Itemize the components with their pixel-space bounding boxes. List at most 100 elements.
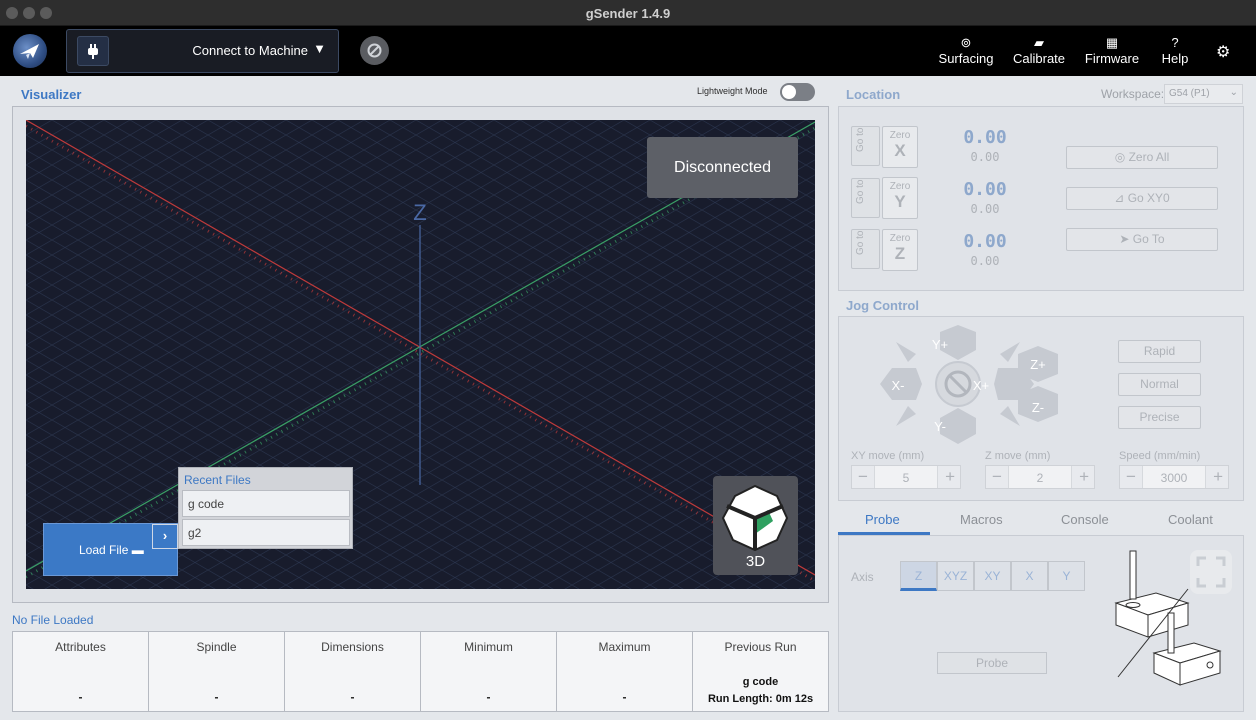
recent-file-item[interactable]: g2 — [182, 519, 350, 546]
probe-axis-xyz[interactable]: XYZ — [937, 561, 974, 591]
zero-y-button[interactable]: Zero Y — [882, 177, 918, 219]
axis-letter: Y — [894, 192, 906, 211]
jog-y-minus-label: Y- — [934, 419, 946, 434]
speed-stepper: − 3000 + — [1119, 465, 1229, 489]
increment-button[interactable]: + — [945, 467, 955, 487]
goto-label: Go to — [855, 179, 866, 204]
recent-file-item[interactable]: g code — [182, 490, 350, 517]
connection-status: Disconnected — [647, 137, 798, 198]
top-navbar: Connect to Machine ▼ ⊚ Surfacing ▰ Calib… — [0, 26, 1256, 76]
chevron-down-icon: ⌄ — [1229, 87, 1238, 98]
help-label: Help — [1161, 51, 1189, 66]
y-machine-position: 0.00 — [970, 202, 1000, 216]
surfacing-label: Surfacing — [938, 51, 994, 66]
x-work-position[interactable]: 0.00 — [950, 127, 1020, 148]
app-window: gSender 1.4.9 Connect to Machine ▼ ⊚ Sur… — [0, 0, 1256, 720]
decrement-button[interactable]: − — [858, 467, 868, 487]
tab-coolant[interactable]: Coolant — [1168, 512, 1213, 527]
goto-z-button[interactable]: Go to — [851, 229, 880, 269]
info-column-previous-run: Previous Run g code Run Length: 0m 12s — [693, 632, 828, 711]
firmware-nav[interactable]: ▦ Firmware — [1084, 34, 1140, 66]
jog-x-minus-y-plus-button[interactable] — [896, 342, 916, 362]
tab-probe[interactable]: Probe — [865, 512, 900, 527]
jog-x-minus-label: X- — [892, 378, 905, 393]
sync-icon[interactable] — [360, 36, 389, 65]
decrement-button[interactable]: − — [992, 467, 1002, 487]
info-column-dimensions: Dimensions - — [285, 632, 421, 711]
probe-axis-label: Axis — [851, 570, 874, 584]
file-info-table: Attributes - Spindle - Dimensions - Mini… — [12, 631, 829, 712]
jog-x-plus-y-minus-button[interactable] — [1000, 406, 1020, 426]
go-xy0-button[interactable]: ⊿ Go XY0 — [1066, 187, 1218, 210]
connect-label: Connect to Machine — [192, 43, 308, 58]
go-xy0-label: Go XY0 — [1127, 191, 1170, 205]
gear-icon[interactable]: ⚙ — [1216, 42, 1230, 62]
connect-dropdown[interactable]: Connect to Machine ▼ — [66, 29, 339, 73]
chevron-right-icon: › — [162, 528, 168, 543]
y-work-position[interactable]: 0.00 — [950, 179, 1020, 200]
normal-button[interactable]: Normal — [1118, 373, 1201, 396]
help-nav[interactable]: ? Help — [1160, 34, 1190, 66]
tab-console[interactable]: Console — [1061, 512, 1109, 527]
info-header: Attributes — [55, 640, 106, 654]
goto-label: Go to — [855, 230, 866, 255]
probe-axis-y[interactable]: Y — [1048, 561, 1085, 591]
zero-label: Zero — [889, 130, 911, 141]
probe-button[interactable]: Probe — [937, 652, 1047, 674]
workspace-select[interactable]: G54 (P1) ⌄ — [1164, 84, 1243, 104]
probe-axis-z[interactable]: Z — [900, 561, 937, 591]
info-value: - — [622, 690, 627, 704]
precise-button[interactable]: Precise — [1118, 406, 1201, 429]
zero-label: Zero — [889, 233, 911, 244]
chip-icon: ▦ — [1105, 35, 1119, 50]
z-move-input[interactable]: 2 — [1008, 466, 1072, 488]
increment-button[interactable]: + — [1213, 467, 1223, 487]
previous-run-file: g code — [742, 676, 779, 688]
jog-x-minus-y-minus-button[interactable] — [896, 406, 916, 426]
goto-x-button[interactable]: Go to — [851, 126, 880, 166]
increment-button[interactable]: + — [1079, 467, 1089, 487]
z-axis-label: Z — [413, 200, 426, 225]
workspace-label: Workspace: — [1101, 87, 1165, 101]
file-status-title: No File Loaded — [12, 613, 94, 627]
axis-letter: Z — [894, 244, 906, 263]
jog-x-plus-y-plus-button[interactable] — [1000, 342, 1020, 362]
plug-icon[interactable] — [77, 36, 109, 66]
goto-label: Go to — [855, 127, 866, 152]
info-header: Spindle — [196, 640, 237, 654]
load-file-button[interactable]: Load File ▬ › — [43, 523, 178, 576]
rapid-button[interactable]: Rapid — [1118, 340, 1201, 363]
surfacing-nav[interactable]: ⊚ Surfacing — [938, 34, 994, 66]
jog-z-minus-label: Z- — [1032, 400, 1044, 415]
tab-macros[interactable]: Macros — [960, 512, 1003, 527]
go-to-button[interactable]: ➤ Go To — [1066, 228, 1218, 251]
goto-y-button[interactable]: Go to — [851, 178, 880, 218]
zero-z-button[interactable]: Zero Z — [882, 229, 918, 271]
view-cube-button[interactable]: 3D — [713, 476, 798, 575]
zero-label: Zero — [889, 181, 911, 192]
x-machine-position: 0.00 — [970, 150, 1000, 164]
z-work-position[interactable]: 0.00 — [950, 231, 1020, 252]
speed-input[interactable]: 3000 — [1142, 466, 1206, 488]
jog-z-plus-label: Z+ — [1030, 357, 1046, 372]
jog-x-plus-label: X+ — [973, 378, 989, 393]
window-title: gSender 1.4.9 — [585, 6, 671, 21]
tool-tabs: Probe Macros Console Coolant — [838, 507, 1244, 535]
z-move-stepper: − 2 + — [985, 465, 1095, 489]
lightweight-mode-toggle[interactable] — [780, 83, 815, 101]
calibrate-label: Calibrate — [1012, 51, 1066, 66]
fullscreen-icon[interactable] — [1190, 550, 1232, 594]
info-header: Previous Run — [724, 640, 797, 654]
info-value: - — [214, 690, 219, 704]
recent-files-toggle[interactable]: › — [152, 524, 178, 549]
xy-move-input[interactable]: 5 — [874, 466, 938, 488]
info-column-minimum: Minimum - — [421, 632, 557, 711]
zero-all-button[interactable]: ◎ Zero All — [1066, 146, 1218, 169]
info-value: - — [486, 690, 491, 704]
calibrate-nav[interactable]: ▰ Calibrate — [1012, 34, 1066, 66]
probe-axis-x[interactable]: X — [1011, 561, 1048, 591]
probe-axis-xy[interactable]: XY — [974, 561, 1011, 591]
decrement-button[interactable]: − — [1126, 467, 1136, 487]
folder-icon: ▬ — [131, 543, 144, 557]
zero-x-button[interactable]: Zero X — [882, 126, 918, 168]
